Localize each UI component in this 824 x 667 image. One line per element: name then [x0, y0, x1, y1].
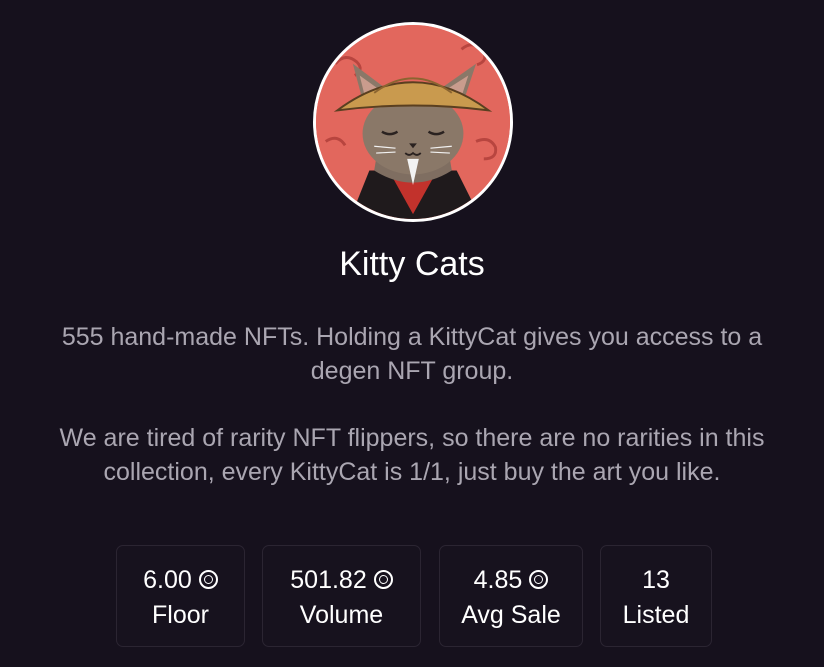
stat-label-listed: Listed	[622, 601, 690, 629]
stat-label-avg-sale: Avg Sale	[461, 601, 561, 629]
stat-value-floor: 6.00	[117, 565, 244, 595]
stat-value-listed: 13	[642, 566, 670, 594]
stat-value-avg-sale-text: 4.85	[473, 566, 523, 594]
stat-card-avg-sale: 4.85 Avg Sale	[439, 545, 583, 647]
collection-avatar	[313, 22, 513, 222]
collection-title: Kitty Cats	[339, 245, 485, 283]
stat-card-listed: 13 Listed	[600, 545, 712, 647]
stat-card-volume: 501.82 Volume	[262, 545, 421, 647]
stat-card-floor: 6.00 Floor	[116, 545, 245, 647]
stat-value-volume-text: 501.82	[290, 566, 367, 594]
collection-stats: 6.00 Floor 501.82 Volume 4.85 Avg Sale 1…	[0, 545, 824, 649]
stat-value-avg-sale: 4.85	[440, 565, 582, 595]
collection-description-paragraph-2: We are tired of rarity NFT flippers, so …	[59, 424, 765, 486]
sol-icon	[529, 570, 549, 589]
kitty-cat-avatar-icon	[316, 25, 510, 219]
sol-icon	[198, 570, 218, 589]
collection-description-paragraph-1: 555 hand-made NFTs. Holding a KittyCat g…	[61, 323, 763, 385]
stat-label-volume: Volume	[299, 601, 384, 629]
stat-label-floor: Floor	[152, 601, 209, 629]
stat-value-floor-text: 6.00	[143, 566, 192, 594]
sol-icon	[373, 570, 393, 589]
stat-value-volume: 501.82	[263, 565, 420, 595]
collection-page: Kitty Cats 555 hand-made NFTs. Holding a…	[0, 0, 824, 667]
